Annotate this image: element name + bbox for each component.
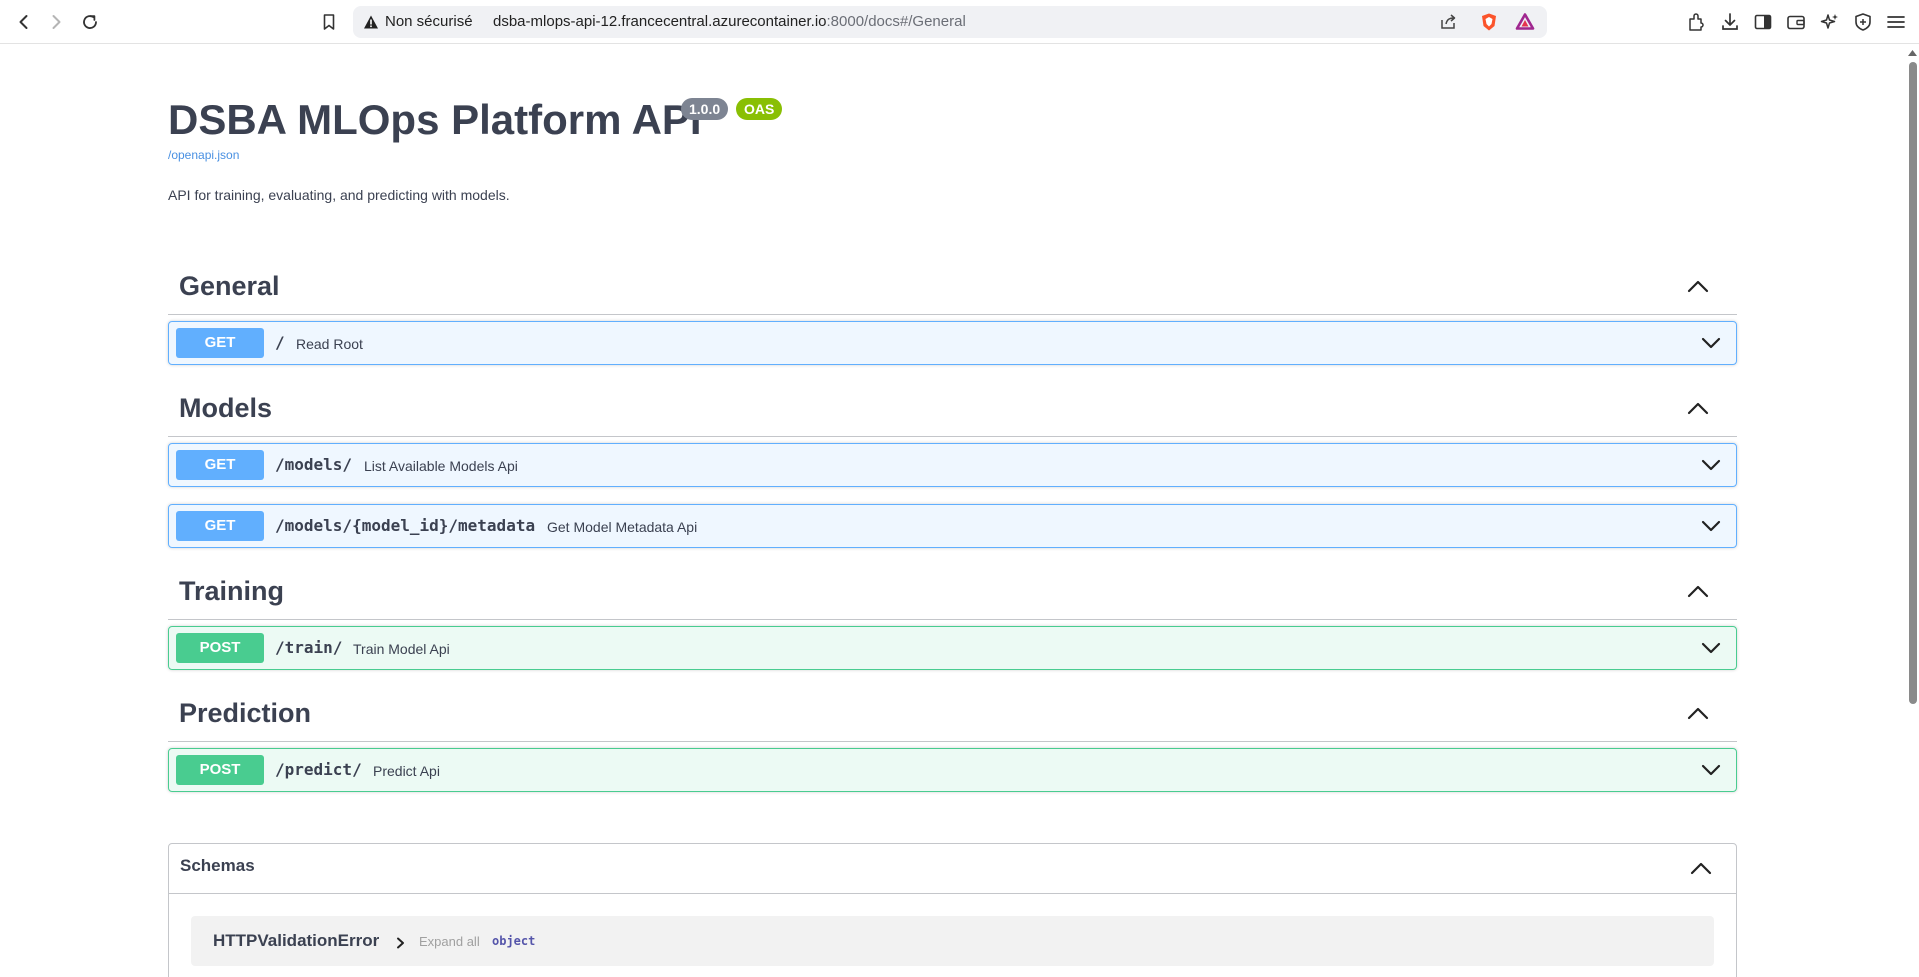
- operation-path: /train/: [275, 638, 343, 657]
- security-label[interactable]: Non sécurisé: [385, 13, 473, 30]
- tag-training-header[interactable]: Training: [168, 562, 1737, 620]
- scrollbar-thumb[interactable]: [1909, 62, 1917, 704]
- bookmark-icon: [323, 14, 335, 30]
- tag-models-header[interactable]: Models: [168, 379, 1737, 437]
- tag-prediction-header[interactable]: Prediction: [168, 684, 1737, 742]
- url-host: dsba-mlops-api-12.francecentral.azurecon…: [493, 13, 827, 30]
- url-path: :8000/docs#/General: [826, 13, 966, 30]
- schemas-header[interactable]: Schemas: [169, 844, 1736, 894]
- operation-post-train[interactable]: POST /train/ Train Model Api: [168, 626, 1737, 670]
- tag-title: Training: [179, 576, 285, 606]
- chevron-down-icon[interactable]: [1701, 337, 1721, 350]
- schema-model-row[interactable]: HTTPValidationError Expand all object: [191, 916, 1714, 966]
- operation-get-model-metadata[interactable]: GET /models/{model_id}/metadata Get Mode…: [168, 504, 1737, 548]
- operation-summary: Predict Api: [373, 763, 440, 779]
- sidebar-icon[interactable]: [1752, 11, 1774, 33]
- reload-button[interactable]: [76, 8, 104, 36]
- chevron-up-icon[interactable]: [1687, 706, 1709, 720]
- operation-summary: Train Model Api: [353, 641, 450, 657]
- operation-get-models[interactable]: GET /models/ List Available Models Api: [168, 443, 1737, 487]
- method-badge: POST: [176, 633, 264, 663]
- schemas-title: Schemas: [180, 856, 255, 875]
- chevron-down-icon[interactable]: [1701, 459, 1721, 472]
- schema-model-type: object: [492, 934, 536, 948]
- download-icon[interactable]: [1719, 11, 1741, 33]
- chevron-up-icon[interactable]: [1690, 861, 1712, 875]
- chevron-down-icon[interactable]: [1701, 520, 1721, 533]
- openapi-spec-link[interactable]: /openapi.json: [168, 148, 239, 162]
- chevron-down-icon[interactable]: [1701, 764, 1721, 777]
- schemas-section: Schemas HTTPValidationError Expand all o…: [168, 843, 1737, 977]
- operation-path: /models/{model_id}/metadata: [275, 516, 536, 535]
- brave-rewards-icon[interactable]: [1515, 12, 1535, 32]
- operation-summary: List Available Models Api: [364, 458, 518, 474]
- operation-path: /predict/: [275, 760, 362, 779]
- schema-model-name[interactable]: HTTPValidationError: [213, 931, 379, 951]
- leo-ai-icon[interactable]: [1819, 11, 1841, 33]
- chevron-up-icon[interactable]: [1687, 279, 1709, 293]
- operation-summary: Get Model Metadata Api: [547, 519, 698, 535]
- operation-post-predict[interactable]: POST /predict/ Predict Api: [168, 748, 1737, 792]
- back-button[interactable]: [10, 8, 38, 36]
- wallet-icon[interactable]: [1785, 11, 1807, 33]
- forward-button[interactable]: [42, 8, 70, 36]
- reload-icon: [83, 15, 97, 29]
- operation-path: /models/: [275, 455, 353, 474]
- chevron-right-icon[interactable]: [396, 937, 405, 949]
- address-bar[interactable]: Non sécurisé dsba-mlops-api-12.francecen…: [353, 6, 1547, 38]
- chevron-down-icon[interactable]: [1701, 642, 1721, 655]
- method-badge: GET: [176, 511, 264, 541]
- url-text[interactable]: dsba-mlops-api-12.francecentral.azurecon…: [493, 13, 966, 30]
- api-description: API for training, evaluating, and predic…: [168, 187, 510, 203]
- tag-title: General: [179, 271, 280, 301]
- operation-get-root[interactable]: GET / Read Root: [168, 321, 1737, 365]
- vpn-icon[interactable]: [1852, 11, 1874, 33]
- menu-icon[interactable]: [1885, 11, 1907, 33]
- method-badge: GET: [176, 328, 264, 358]
- tag-general-header[interactable]: General: [168, 257, 1737, 315]
- oas-badge: OAS 3.1: [736, 98, 783, 139]
- share-icon[interactable]: [1438, 12, 1458, 32]
- extensions-icon[interactable]: [1686, 11, 1708, 33]
- scroll-up-icon[interactable]: [1907, 48, 1918, 58]
- operation-summary: Read Root: [296, 336, 363, 352]
- api-info: DSBA MLOps Platform API 1.0.0 OAS 3.1: [168, 96, 783, 144]
- warning-icon: [364, 15, 378, 29]
- bookmark-button[interactable]: [315, 8, 343, 36]
- operation-path: /: [275, 333, 285, 352]
- back-icon: [19, 15, 28, 29]
- forward-icon: [52, 15, 61, 29]
- brave-shield-icon[interactable]: [1479, 12, 1499, 32]
- tag-title: Models: [179, 393, 273, 423]
- method-badge: POST: [176, 755, 264, 785]
- chevron-up-icon[interactable]: [1687, 584, 1709, 598]
- browser-toolbar: Non sécurisé dsba-mlops-api-12.francecen…: [0, 0, 1919, 44]
- version-badge: 1.0.0: [681, 98, 729, 120]
- page-title: DSBA MLOps Platform API: [168, 96, 702, 143]
- method-badge: GET: [176, 450, 264, 480]
- chevron-up-icon[interactable]: [1687, 401, 1709, 415]
- expand-all-button[interactable]: Expand all: [419, 934, 480, 949]
- tag-title: Prediction: [179, 698, 312, 728]
